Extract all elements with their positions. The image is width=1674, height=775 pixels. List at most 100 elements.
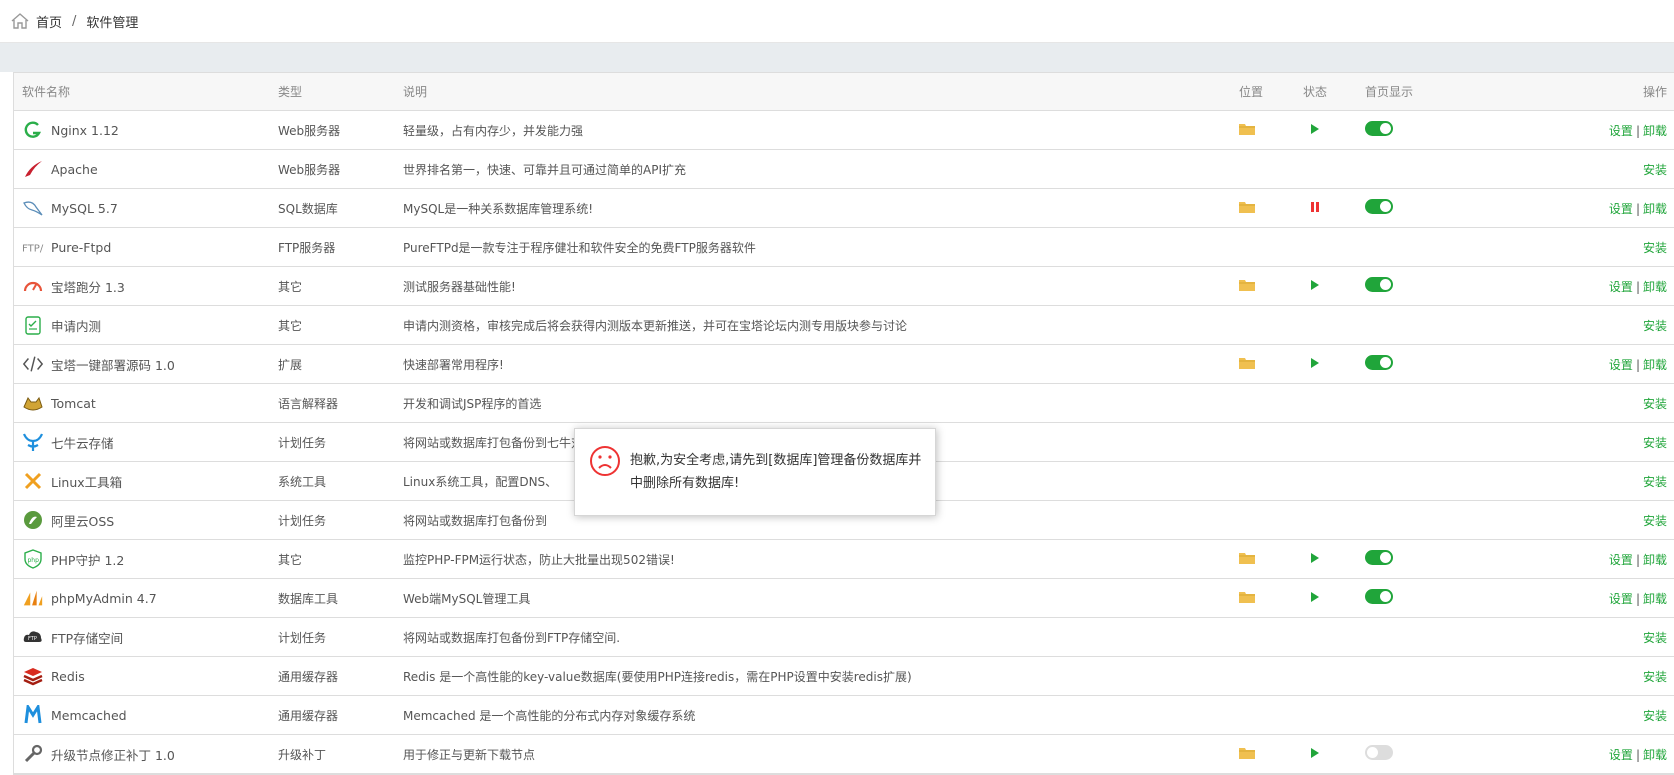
- uninstall-link[interactable]: 卸载: [1643, 358, 1667, 372]
- running-icon[interactable]: [1311, 358, 1319, 368]
- software-desc: 世界排名第一，快速、可靠并且可通过简单的API扩充: [395, 149, 1231, 189]
- folder-icon[interactable]: [1239, 279, 1255, 291]
- software-type: 系统工具: [270, 461, 395, 501]
- running-icon[interactable]: [1311, 280, 1319, 290]
- status-cell: [1295, 149, 1357, 189]
- table-row: 升级节点修正补丁 1.0 升级补丁 用于修正与更新下载节点 设置 | 卸载: [14, 734, 1674, 774]
- aliyun-icon: [22, 509, 44, 531]
- ftp-storage-icon: FTP: [22, 626, 44, 648]
- header-name: 软件名称: [14, 73, 270, 111]
- install-link[interactable]: 安装: [1643, 631, 1667, 645]
- actions-cell: 设置 | 卸载: [1507, 344, 1674, 384]
- settings-link[interactable]: 设置: [1609, 553, 1633, 567]
- breadcrumb-home[interactable]: 首页: [36, 12, 62, 31]
- uninstall-link[interactable]: 卸载: [1643, 748, 1667, 762]
- home-display-cell: [1357, 266, 1507, 306]
- software-type: 升级补丁: [270, 734, 395, 774]
- home-display-toggle[interactable]: [1365, 550, 1393, 565]
- install-link[interactable]: 安装: [1643, 514, 1667, 528]
- software-name-cell: Linux工具箱: [14, 461, 270, 501]
- software-name: phpMyAdmin 4.7: [51, 590, 157, 606]
- software-name: 申请内测: [51, 318, 102, 334]
- install-link[interactable]: 安装: [1643, 709, 1667, 723]
- uninstall-link[interactable]: 卸载: [1643, 280, 1667, 294]
- uninstall-link[interactable]: 卸载: [1643, 124, 1667, 138]
- table-row: Apache Web服务器 世界排名第一，快速、可靠并且可通过简单的API扩充 安装: [14, 149, 1674, 189]
- running-icon[interactable]: [1311, 553, 1319, 563]
- home-display-toggle[interactable]: [1365, 745, 1393, 760]
- home-display-toggle[interactable]: [1365, 589, 1393, 604]
- install-link[interactable]: 安装: [1643, 397, 1667, 411]
- settings-link[interactable]: 设置: [1609, 358, 1633, 372]
- folder-icon[interactable]: [1239, 747, 1255, 759]
- action-separator: |: [1635, 201, 1640, 216]
- install-link[interactable]: 安装: [1643, 163, 1667, 177]
- table-row: Redis 通用缓存器 Redis 是一个高性能的key-value数据库(要使用P…: [14, 656, 1674, 696]
- software-name-cell: phpMyAdmin 4.7: [14, 578, 270, 618]
- software-desc: Redis 是一个高性能的key-value数据库(要使用PHP连接redis，…: [395, 656, 1231, 696]
- running-icon[interactable]: [1311, 124, 1319, 134]
- qiniu-icon: [22, 431, 44, 453]
- software-type: 其它: [270, 305, 395, 345]
- software-type: 其它: [270, 266, 395, 306]
- software-name-cell: FTP/Pure-Ftpd: [14, 227, 270, 267]
- uninstall-link[interactable]: 卸载: [1643, 592, 1667, 606]
- settings-link[interactable]: 设置: [1609, 592, 1633, 606]
- redis-icon: [22, 665, 44, 687]
- sad-face-icon: [590, 446, 620, 476]
- actions-cell: 设置 | 卸载: [1507, 188, 1674, 228]
- software-desc: 测试服务器基础性能!: [395, 266, 1231, 306]
- location-cell: [1231, 500, 1295, 540]
- running-icon[interactable]: [1311, 592, 1319, 602]
- breadcrumb: 首页 / 软件管理: [0, 0, 1674, 43]
- install-link[interactable]: 安装: [1643, 319, 1667, 333]
- settings-link[interactable]: 设置: [1609, 280, 1633, 294]
- home-display-cell: [1357, 734, 1507, 774]
- folder-icon[interactable]: [1239, 123, 1255, 135]
- uninstall-link[interactable]: 卸载: [1643, 202, 1667, 216]
- home-display-toggle[interactable]: [1365, 121, 1393, 136]
- home-display-toggle[interactable]: [1365, 199, 1393, 214]
- location-cell: [1231, 266, 1295, 306]
- folder-icon[interactable]: [1239, 357, 1255, 369]
- running-icon[interactable]: [1311, 748, 1319, 758]
- software-name-cell: 宝塔跑分 1.3: [14, 266, 270, 306]
- actions-cell: 安装: [1507, 422, 1674, 462]
- software-name-cell: Nginx 1.12: [14, 110, 270, 150]
- home-display-toggle[interactable]: [1365, 277, 1393, 292]
- home-display-cell: [1357, 344, 1507, 384]
- software-name: Pure-Ftpd: [51, 239, 112, 255]
- location-cell: [1231, 656, 1295, 696]
- table-row: MySQL 5.7 SQL数据库 MySQL是一种关系数据库管理系统! 设置 | 卸载: [14, 188, 1674, 228]
- location-cell: [1231, 617, 1295, 657]
- software-type: 其它: [270, 539, 395, 579]
- home-icon[interactable]: [10, 11, 30, 31]
- home-display-cell: [1357, 578, 1507, 618]
- software-name: 七牛云存储: [51, 435, 114, 451]
- folder-icon[interactable]: [1239, 201, 1255, 213]
- folder-icon[interactable]: [1239, 591, 1255, 603]
- settings-link[interactable]: 设置: [1609, 202, 1633, 216]
- actions-cell: 安装: [1507, 461, 1674, 501]
- uninstall-link[interactable]: 卸载: [1643, 553, 1667, 567]
- home-display-toggle[interactable]: [1365, 355, 1393, 370]
- install-link[interactable]: 安装: [1643, 475, 1667, 489]
- settings-link[interactable]: 设置: [1609, 124, 1633, 138]
- software-name-cell: 阿里云OSS: [14, 500, 270, 540]
- actions-cell: 设置 | 卸载: [1507, 578, 1674, 618]
- install-link[interactable]: 安装: [1643, 241, 1667, 255]
- install-link[interactable]: 安装: [1643, 436, 1667, 450]
- location-cell: [1231, 695, 1295, 735]
- location-cell: [1231, 188, 1295, 228]
- actions-cell: 安装: [1507, 383, 1674, 423]
- software-type: 通用缓存器: [270, 656, 395, 696]
- status-cell: [1295, 227, 1357, 267]
- actions-cell: 安装: [1507, 695, 1674, 735]
- actions-cell: 安装: [1507, 305, 1674, 345]
- install-link[interactable]: 安装: [1643, 670, 1667, 684]
- actions-cell: 设置 | 卸载: [1507, 734, 1674, 774]
- stopped-icon[interactable]: [1311, 202, 1319, 212]
- location-cell: [1231, 344, 1295, 384]
- folder-icon[interactable]: [1239, 552, 1255, 564]
- settings-link[interactable]: 设置: [1609, 748, 1633, 762]
